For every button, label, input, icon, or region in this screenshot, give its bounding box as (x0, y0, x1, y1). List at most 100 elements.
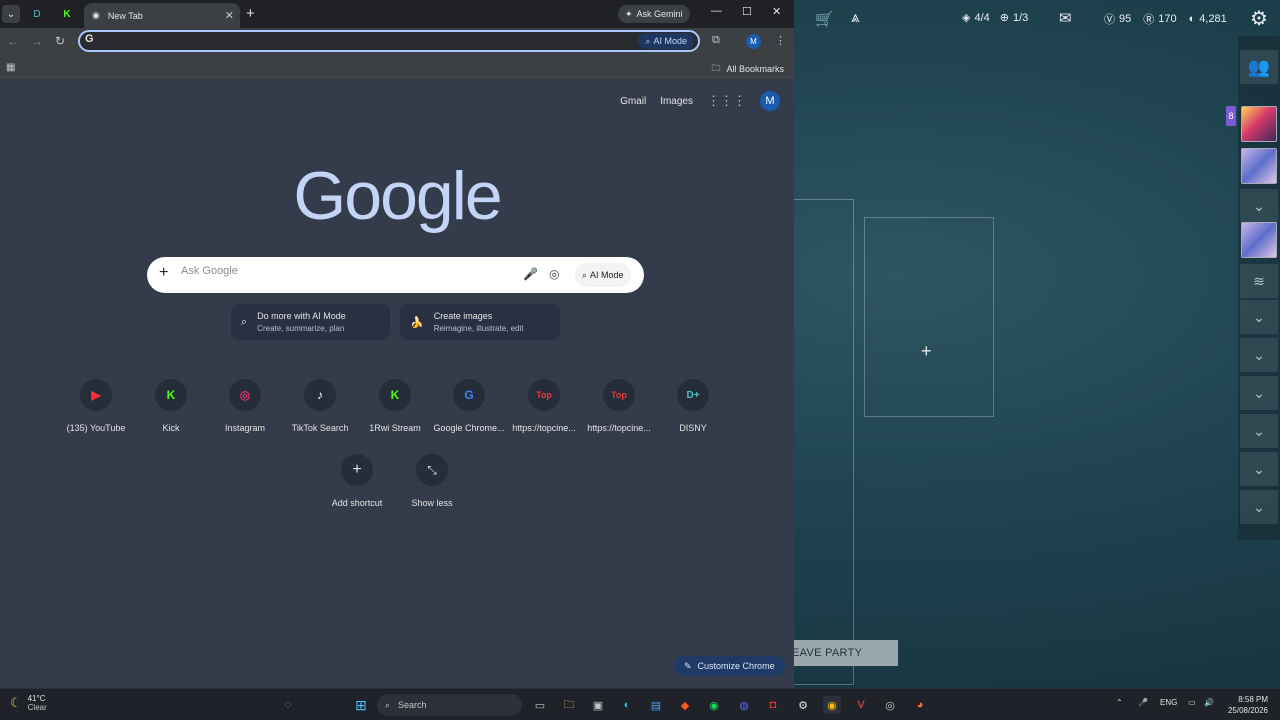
file-explorer-icon[interactable]: 🗀 (560, 696, 578, 714)
tab-title: New Tab (107, 10, 143, 21)
firefox-icon[interactable]: ◕ (911, 696, 929, 714)
account-avatar[interactable]: M (760, 91, 780, 111)
party-invite-slot[interactable] (864, 217, 994, 417)
friend-slot-icon[interactable]: ⌄ (1240, 376, 1278, 410)
currency-group: Ⓥ 95 Ⓡ 170 ◐ 4,281 (1104, 11, 1227, 27)
taskbar-search[interactable]: ⌕ Search (377, 694, 522, 716)
forward-button[interactable]: → (31, 34, 43, 48)
task-view-icon[interactable]: ▭ (531, 696, 549, 714)
google-icon: G (453, 379, 485, 411)
shortcut-1rwi-stream[interactable]: K 1Rwi Stream (359, 379, 431, 433)
windows-start-icon[interactable]: ⊞ (352, 696, 370, 714)
tab-search-icon[interactable]: ⌄ (2, 5, 20, 23)
omnibox-ai-mode-button[interactable]: ⌕ AI Mode (638, 33, 694, 49)
add-shortcut-button[interactable]: + Add shortcut (321, 454, 393, 508)
friend-slot-icon[interactable]: ⌄ (1240, 414, 1278, 448)
friend-avatar[interactable] (1241, 222, 1277, 258)
promo-ai-mode[interactable]: ⌕ Do more with AI Mode Create, summarize… (231, 304, 390, 340)
spotify-icon[interactable]: ◉ (705, 696, 723, 714)
store-icon[interactable]: ▣ (589, 696, 607, 714)
new-tab-button[interactable]: + (246, 5, 255, 22)
shortcut-disny[interactable]: D+ DISNY (657, 379, 729, 433)
battlepass-icon[interactable]: ⩓ (851, 9, 859, 26)
shortcut-topcine-1[interactable]: Top https://topcine... (508, 379, 580, 433)
tab-new-tab[interactable]: ◉ New Tab ✕ (84, 3, 240, 28)
settings-icon[interactable]: ⚙ (794, 696, 812, 714)
ask-gemini-button[interactable]: ✦ Ask Gemini (618, 5, 690, 23)
friend-slot-icon[interactable]: ⌄ (1240, 300, 1278, 334)
bookmarks-bar: ▦ 🗀 All Bookmarks (0, 56, 794, 78)
close-tab-icon[interactable]: ✕ (225, 9, 234, 22)
riot-client-icon[interactable]: ◘ (764, 696, 782, 714)
gmail-link[interactable]: Gmail (620, 96, 646, 107)
shortcut-topcine-2[interactable]: Top https://topcine... (583, 379, 655, 433)
valorant-icon[interactable]: V (852, 696, 870, 714)
friends-icon[interactable]: 👥 (1240, 50, 1278, 84)
volume-icon[interactable]: 🔊 (1204, 698, 1214, 707)
ai-mode-button[interactable]: ⌕ AI Mode (575, 263, 631, 287)
add-file-icon[interactable]: + (159, 264, 168, 282)
shortcut-google-chrome[interactable]: G Google Chrome... (433, 379, 505, 433)
search-box[interactable]: + 🎤 ◎ ⌕ AI Mode (147, 257, 644, 293)
store-icon[interactable]: 🛒 (815, 10, 834, 28)
promo-title: Create images (433, 311, 493, 321)
weather-widget[interactable]: ☾ 41°C Clear (10, 694, 47, 712)
images-link[interactable]: Images (660, 96, 693, 107)
friend-avatar[interactable] (1241, 106, 1277, 142)
close-window-button[interactable]: ✕ (772, 5, 781, 18)
all-bookmarks-button[interactable]: 🗀 All Bookmarks (711, 61, 784, 77)
pinned-tab-kick[interactable]: K (58, 5, 76, 23)
microphone-icon[interactable]: 🎤 (523, 267, 538, 281)
shortcut-label: Google Chrome... (433, 423, 505, 433)
kick-icon: K (379, 379, 411, 411)
maximize-button[interactable]: ☐ (742, 5, 752, 18)
steam-icon[interactable]: ◎ (881, 696, 899, 714)
promo-create-images[interactable]: 🍌 Create images Reimagine, illustrate, e… (400, 304, 560, 340)
ntp-header: Gmail Images ⋮⋮⋮ M (620, 91, 780, 111)
reload-button[interactable]: ↻ (55, 34, 65, 48)
clock-date: 25/08/2026 (1227, 706, 1268, 715)
add-party-member-icon[interactable]: + (921, 341, 932, 362)
shortcut-youtube[interactable]: ▶ (135) YouTube (60, 379, 132, 433)
google-g-icon: G (85, 33, 94, 45)
address-bar[interactable]: G ⌕ AI Mode (78, 30, 700, 52)
promo-subtitle: Reimagine, illustrate, edit (433, 324, 524, 333)
language-indicator[interactable]: ENG (1160, 698, 1177, 707)
minimize-button[interactable]: — (711, 5, 722, 17)
brave-icon[interactable]: ◆ (676, 696, 694, 714)
extensions-icon[interactable]: ⧉ (712, 34, 720, 47)
show-hidden-icons[interactable]: ⌃ (1116, 698, 1123, 707)
google-lens-icon[interactable]: ◎ (549, 267, 559, 281)
shortcut-label: 1Rwi Stream (369, 423, 421, 433)
friend-slot-icon[interactable]: ⌄ (1240, 490, 1278, 524)
google-apps-icon[interactable]: ⋮⋮⋮ (707, 93, 746, 109)
menu-kebab-icon[interactable]: ⋮ (775, 34, 786, 47)
profile-avatar[interactable]: M (746, 34, 761, 49)
show-less-button[interactable]: ⤡ Show less (396, 454, 468, 508)
network-icon[interactable]: ▭ (1188, 698, 1196, 707)
customize-chrome-button[interactable]: ✎ Customize Chrome (674, 656, 785, 676)
calendar-icon[interactable]: ▤ (647, 696, 665, 714)
chrome-icon[interactable]: ◉ (823, 696, 841, 714)
settings-gear-icon[interactable]: ⚙ (1250, 6, 1268, 31)
friend-avatar[interactable] (1241, 148, 1277, 184)
pinned-tab-disney[interactable]: D (28, 5, 46, 23)
discord-icon[interactable]: ◍ (735, 696, 753, 714)
friend-slot-icon[interactable]: ⌄ (1240, 452, 1278, 486)
friend-slot-icon[interactable]: ⌄ (1240, 338, 1278, 372)
apps-icon[interactable]: ▦ (6, 62, 15, 73)
mail-icon[interactable]: ✉ (1059, 9, 1072, 27)
shortcut-kick[interactable]: K Kick (135, 379, 207, 433)
clock[interactable]: 8:58 PM 25/08/2026 (1224, 694, 1268, 716)
agent-icon[interactable]: ⌄ (1240, 189, 1278, 223)
copilot-icon[interactable]: ◌ (279, 696, 297, 714)
back-button[interactable]: ← (7, 34, 19, 48)
edge-icon[interactable]: ◐ (618, 696, 636, 714)
shortcut-tiktok[interactable]: ♪ TikTok Search (284, 379, 356, 433)
search-input[interactable] (181, 265, 501, 277)
offline-icon[interactable]: ≋ (1240, 264, 1278, 298)
shortcut-label: DISNY (679, 423, 707, 433)
google-logo: Google (293, 158, 502, 234)
shortcut-instagram[interactable]: ◎ Instagram (209, 379, 281, 433)
microphone-icon[interactable]: 🎤 (1138, 698, 1148, 707)
